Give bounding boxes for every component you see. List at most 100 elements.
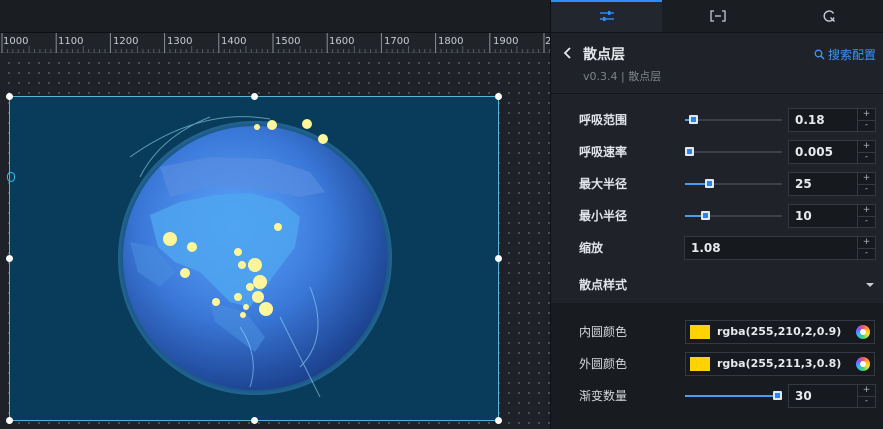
inner-color-picker[interactable]: rgba(255,210,2,0.9) — [685, 320, 875, 344]
increment-button[interactable]: + — [858, 237, 875, 248]
row-outer-color: 外圆颜色 rgba(255,211,3,0.8) — [551, 348, 883, 380]
increment-button[interactable]: + — [858, 205, 875, 216]
increment-button[interactable]: + — [858, 141, 875, 152]
anchor-marker — [7, 172, 15, 182]
row-max-radius: 最大半径 + - — [551, 168, 883, 200]
scatter-point — [274, 223, 282, 231]
header-divider — [551, 93, 883, 94]
scatter-point — [248, 258, 262, 272]
tab-data[interactable] — [662, 0, 773, 32]
scatter-globe-component[interactable] — [6, 93, 502, 424]
breath-range-stepper: + - — [857, 109, 875, 131]
resize-handle-top-right[interactable] — [495, 93, 502, 100]
scatter-point — [302, 119, 312, 129]
ruler-label: 1500 — [275, 36, 301, 47]
inner-color-label: 内圆颜色 — [579, 325, 628, 339]
scatter-point — [252, 291, 264, 303]
editor-canvas[interactable]: 1000 1100 1200 1300 1400 1500 1600 1700 … — [0, 0, 550, 429]
slider-thumb[interactable] — [773, 391, 782, 400]
scatter-point — [212, 298, 220, 306]
panel-version: v0.3.4 | 散点层 — [583, 70, 662, 83]
resize-handle-left[interactable] — [6, 255, 13, 262]
breath-range-label: 呼吸范围 — [579, 113, 628, 127]
row-inner-color: 内圆颜色 rgba(255,210,2,0.9) — [551, 316, 883, 348]
increment-button[interactable]: + — [858, 109, 875, 120]
increment-button[interactable]: + — [858, 173, 875, 184]
ruler-label: 1600 — [329, 36, 355, 47]
slider-thumb[interactable] — [685, 147, 694, 156]
decrement-button[interactable]: - — [858, 151, 875, 164]
min-radius-input[interactable] — [789, 205, 857, 227]
ruler-label: 1000 — [3, 36, 29, 47]
min-radius-slider[interactable] — [685, 211, 782, 220]
breath-speed-slider[interactable] — [685, 147, 782, 156]
breath-speed-input-box: + - — [788, 140, 876, 164]
sliders-icon — [599, 11, 614, 21]
scatter-point — [259, 302, 273, 316]
back-arrow-icon[interactable] — [561, 46, 575, 60]
breath-range-slider[interactable] — [685, 115, 782, 124]
outer-color-picker[interactable]: rgba(255,211,3,0.8) — [685, 352, 875, 376]
slider-thumb[interactable] — [705, 179, 714, 188]
zoom-input[interactable] — [685, 237, 857, 259]
slider-thumb[interactable] — [689, 115, 698, 124]
zoom-input-box: + - — [684, 236, 876, 260]
decrement-button[interactable]: - — [858, 183, 875, 196]
zoom-label: 缩放 — [579, 241, 604, 255]
decrement-button[interactable]: - — [858, 247, 875, 260]
color-wheel-icon[interactable] — [856, 357, 870, 371]
row-zoom: 缩放 + - — [551, 232, 883, 264]
ruler-label: 1200 — [113, 36, 139, 47]
config-panel: 散点层 v0.3.4 | 散点层 搜索配置 呼吸范围 + - 呼吸速率 — [550, 0, 883, 429]
resize-handle-bottom-right[interactable] — [495, 417, 502, 424]
globe-visual — [118, 116, 392, 398]
color-wheel-icon[interactable] — [856, 325, 870, 339]
ruler-label: 1100 — [58, 36, 84, 47]
row-breath-range: 呼吸范围 + - — [551, 104, 883, 136]
resize-handle-top[interactable] — [251, 93, 258, 100]
max-radius-label: 最大半径 — [579, 177, 628, 191]
bracket-icon — [709, 10, 726, 22]
horizontal-ruler: 1000 1100 1200 1300 1400 1500 1600 1700 … — [0, 33, 550, 53]
decrement-button[interactable]: - — [858, 395, 875, 408]
scatter-point — [180, 268, 190, 278]
breath-speed-input[interactable] — [789, 141, 857, 163]
panel-title: 散点层 — [583, 47, 625, 63]
refresh-icon — [823, 10, 835, 22]
scatter-style-section: 内圆颜色 rgba(255,210,2,0.9) 外圆颜色 rgba(255,2… — [551, 303, 883, 429]
canvas-toolbar-strip — [0, 0, 550, 33]
scatter-point — [240, 312, 246, 318]
max-radius-slider[interactable] — [685, 179, 782, 188]
scatter-point — [238, 261, 246, 269]
search-config-link[interactable]: 搜索配置 — [814, 46, 876, 63]
ruler-label: 1900 — [493, 36, 519, 47]
scatter-style-section-toggle[interactable]: 散点样式 — [551, 268, 883, 302]
breath-range-input-box: + - — [788, 108, 876, 132]
gradient-count-slider[interactable] — [685, 391, 782, 400]
ruler-label: 1400 — [221, 36, 247, 47]
scatter-point — [163, 232, 177, 246]
ruler-label: 1800 — [438, 36, 464, 47]
increment-button[interactable]: + — [858, 385, 875, 396]
resize-handle-bottom[interactable] — [251, 417, 258, 424]
decrement-button[interactable]: - — [858, 119, 875, 132]
gradient-count-input[interactable] — [789, 385, 857, 407]
tab-config[interactable] — [551, 0, 662, 32]
decrement-button[interactable]: - — [858, 215, 875, 228]
breath-range-input[interactable] — [789, 109, 857, 131]
panel-header: 散点层 v0.3.4 | 散点层 搜索配置 — [551, 33, 883, 93]
chevron-down-icon — [866, 283, 874, 287]
min-radius-input-box: + - — [788, 204, 876, 228]
max-radius-input[interactable] — [789, 173, 857, 195]
resize-handle-bottom-left[interactable] — [6, 417, 13, 424]
gradient-count-stepper: + - — [857, 385, 875, 407]
scatter-point — [243, 304, 249, 310]
tab-interaction[interactable] — [773, 0, 883, 32]
ruler-label: 1300 — [167, 36, 193, 47]
scatter-point — [267, 120, 277, 130]
slider-thumb[interactable] — [701, 211, 710, 220]
max-radius-input-box: + - — [788, 172, 876, 196]
resize-handle-right[interactable] — [495, 255, 502, 262]
search-icon — [814, 49, 825, 60]
resize-handle-top-left[interactable] — [6, 93, 13, 100]
